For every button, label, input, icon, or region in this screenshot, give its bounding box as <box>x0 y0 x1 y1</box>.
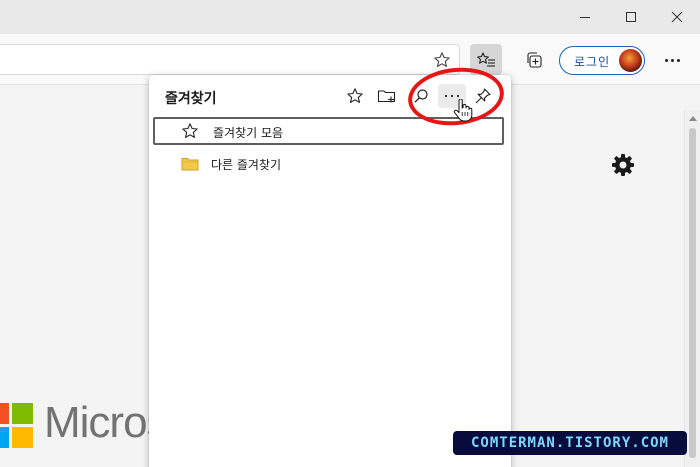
star-icon <box>182 123 198 138</box>
gear-icon[interactable] <box>611 153 635 177</box>
favorites-panel: 즐겨찾기 즐겨찾기 모음 다른 즐겨찾기 <box>149 75 511 467</box>
more-dot-icon <box>670 58 674 62</box>
ms-logo-red-square <box>0 403 9 424</box>
maximize-button[interactable] <box>608 0 654 34</box>
microsoft-logo <box>0 403 33 448</box>
star-add-icon <box>347 88 363 103</box>
add-folder-button[interactable] <box>373 84 401 108</box>
close-icon <box>671 11 683 23</box>
panel-title: 즐겨찾기 <box>165 91 217 107</box>
address-bar[interactable] <box>0 44 460 75</box>
minimize-icon <box>580 17 590 18</box>
settings-more-button[interactable] <box>658 48 686 72</box>
tree-item-label: 다른 즐겨찾기 <box>211 158 282 172</box>
more-dot-icon <box>676 58 680 62</box>
close-button[interactable] <box>654 0 700 34</box>
favorites-list-icon <box>477 51 495 67</box>
minimize-button[interactable] <box>562 0 608 34</box>
avatar <box>619 49 642 72</box>
ms-logo-blue-square <box>0 427 9 448</box>
ms-logo-green-square <box>12 403 33 424</box>
tree-item-label: 즐겨찾기 모음 <box>213 126 284 140</box>
watermark-text: COMTERMAN.TISTORY.COM <box>470 435 669 451</box>
scroll-up-arrow-icon[interactable] <box>689 116 697 121</box>
watermark-badge: COMTERMAN.TISTORY.COM <box>453 431 687 455</box>
more-dot-icon <box>664 58 668 62</box>
collections-button[interactable] <box>518 44 550 75</box>
collections-icon <box>527 51 542 68</box>
other-favorites-item[interactable]: 다른 즐겨찾기 <box>153 150 504 178</box>
folder-add-icon <box>377 90 396 103</box>
title-bar <box>0 0 700 34</box>
scroll-thumb[interactable] <box>689 128 696 458</box>
login-label: 로그인 <box>574 55 611 69</box>
ms-logo-yellow-square <box>12 427 33 448</box>
folder-icon <box>181 158 199 171</box>
maximize-icon <box>626 12 636 22</box>
add-favorite-star-icon[interactable] <box>433 51 451 69</box>
profile-login-button[interactable]: 로그인 <box>559 46 645 75</box>
page-scrollbar[interactable] <box>684 110 700 467</box>
add-this-page-button[interactable] <box>341 84 369 108</box>
hand-cursor-icon <box>453 99 473 122</box>
